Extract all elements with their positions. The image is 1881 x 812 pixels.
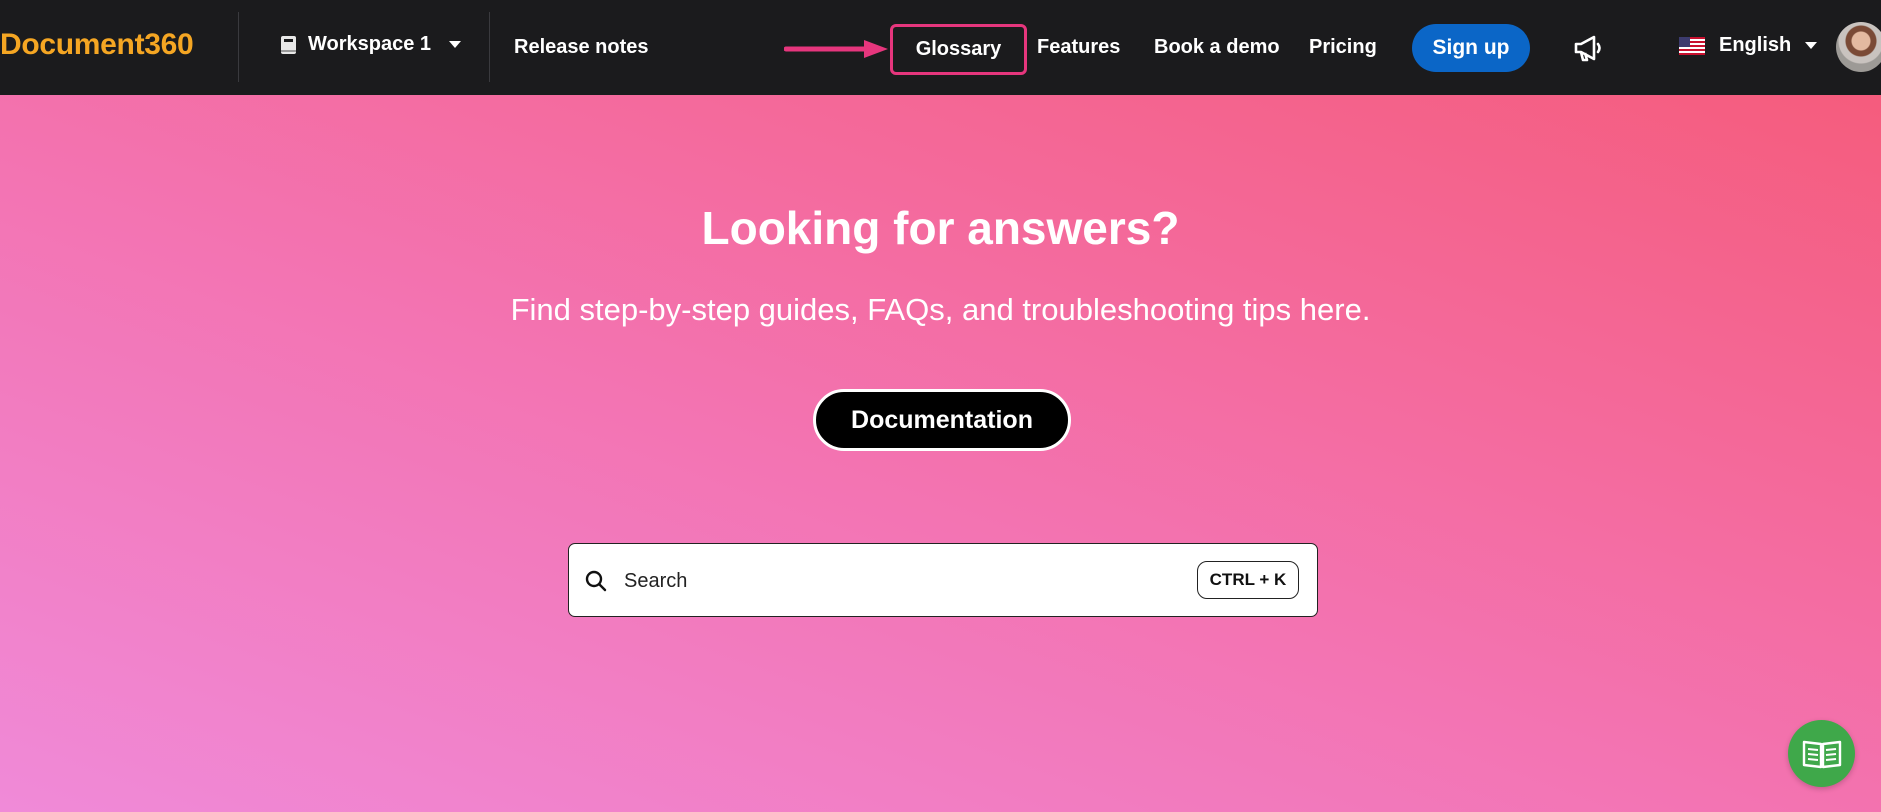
search-icon: [585, 570, 607, 592]
knowledge-base-fab[interactable]: [1788, 720, 1855, 787]
search-input[interactable]: [624, 570, 1144, 593]
workspace-label: Workspace 1: [308, 33, 432, 55]
us-flag-icon: [1679, 36, 1705, 55]
open-book-icon: [1802, 740, 1841, 768]
chevron-down-icon: [1805, 42, 1818, 49]
book-icon: [281, 35, 296, 54]
hero-subtitle: Find step-by-step guides, FAQs, and trou…: [510, 292, 1371, 327]
page-title: Looking for answers?: [701, 202, 1180, 254]
divider: [489, 12, 490, 82]
nav-glossary[interactable]: Glossary: [890, 24, 1027, 75]
nav-book-demo[interactable]: Book a demo: [1154, 36, 1280, 59]
megaphone-icon[interactable]: [1572, 32, 1604, 64]
language-label: English: [1719, 34, 1792, 56]
workspace-selector[interactable]: Workspace 1: [280, 33, 462, 56]
avatar[interactable]: [1836, 22, 1881, 72]
release-notes-link[interactable]: Release notes: [514, 36, 649, 59]
signup-button[interactable]: Sign up: [1412, 24, 1530, 72]
keyboard-shortcut-badge: CTRL + K: [1197, 561, 1299, 599]
nav-pricing[interactable]: Pricing: [1309, 36, 1377, 59]
search-bar[interactable]: CTRL + K: [568, 543, 1318, 617]
logo[interactable]: Document360: [0, 28, 194, 62]
hero-section: Looking for answers? Find step-by-step g…: [0, 95, 1881, 812]
nav-features[interactable]: Features: [1037, 36, 1120, 59]
documentation-button[interactable]: Documentation: [813, 389, 1071, 451]
language-selector[interactable]: English: [1679, 34, 1818, 57]
divider: [238, 12, 239, 82]
top-navbar: Document360 Workspace 1 Release notes Gl…: [0, 0, 1881, 95]
arrow-right-icon: [784, 40, 888, 58]
chevron-down-icon: [449, 41, 462, 48]
